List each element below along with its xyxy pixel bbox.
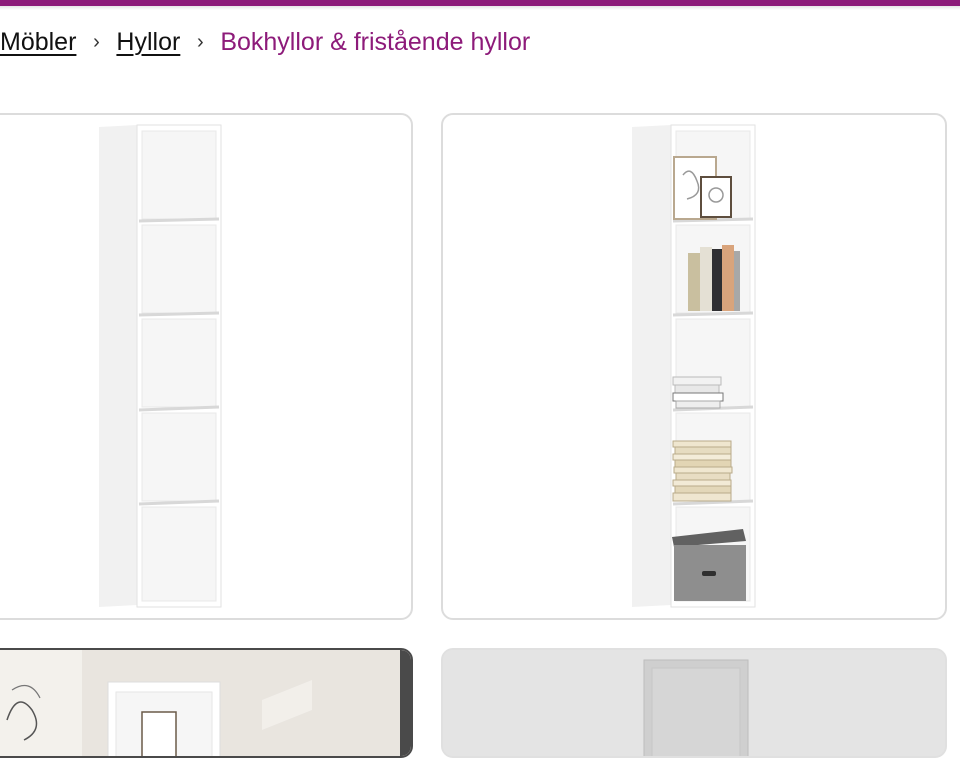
product-image-bookcase-empty[interactable]: [0, 115, 413, 620]
product-card-1[interactable]: [0, 113, 413, 620]
product-card-3[interactable]: [0, 648, 413, 758]
product-card-4[interactable]: [441, 648, 947, 758]
breadcrumb-link-hyllor[interactable]: Hyllor: [116, 28, 180, 57]
breadcrumb-current: Bokhyllor & fristående hyllor: [220, 27, 531, 56]
product-card-2[interactable]: [441, 113, 947, 620]
product-image-bookcase-styled[interactable]: [443, 115, 947, 620]
chevron-right-icon: ›: [93, 30, 100, 53]
chevron-right-icon: ›: [196, 30, 204, 53]
product-image-shelf-lifestyle[interactable]: [0, 650, 413, 758]
breadcrumb-link-mobler[interactable]: Möbler: [0, 28, 76, 57]
product-image-shelf-grey[interactable]: [443, 650, 947, 758]
header-shadow: [0, 6, 960, 10]
breadcrumb: Möbler › Hyllor › Bokhyllor & fristående…: [0, 24, 530, 60]
